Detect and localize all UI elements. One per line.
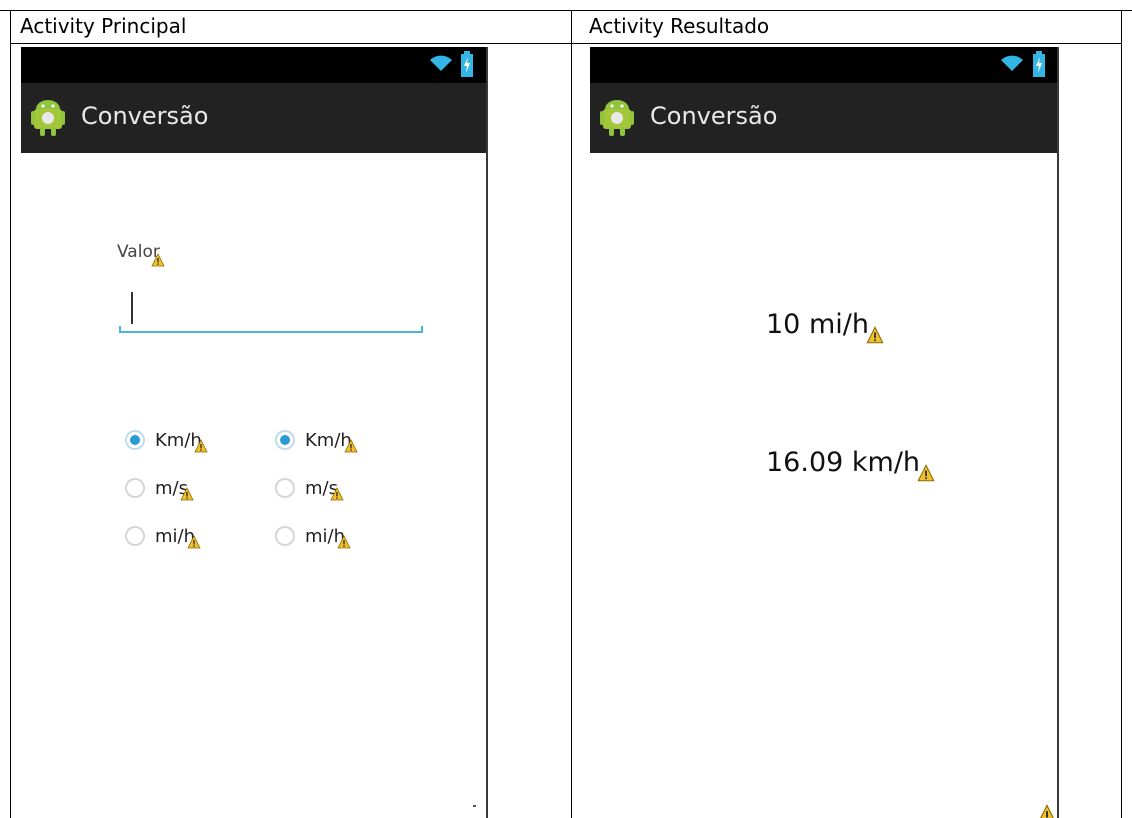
table-border-right: [1121, 10, 1122, 818]
radio-button[interactable]: [125, 526, 145, 546]
converted-value-text: 16.09 km/h: [766, 447, 935, 482]
radio-to-kmh[interactable]: Km/h: [275, 425, 358, 455]
action-bar: Conversão: [21, 83, 486, 153]
valor-label: Valor: [117, 242, 165, 267]
screen-edge: [486, 47, 488, 818]
warning-icon: [1040, 804, 1054, 818]
radio-to-ms[interactable]: m/s: [275, 473, 344, 503]
radio-button[interactable]: [275, 478, 295, 498]
warning-icon: [866, 326, 884, 344]
radio-to-mih[interactable]: mi/h: [275, 521, 351, 551]
screen-edge: [1057, 47, 1059, 818]
table-border-top: [0, 10, 1132, 11]
android-icon: [600, 100, 634, 136]
phone-screen-resultado: Conversão 10 mi/h 16.09 km/h: [590, 47, 1059, 818]
input-underline: [119, 331, 423, 333]
warning-icon: [337, 535, 351, 549]
warning-icon: [194, 439, 208, 453]
warning-icon: [330, 487, 344, 501]
app-title: Conversão: [650, 102, 778, 130]
stray-pixel: [473, 805, 476, 807]
header-activity-principal: Activity Principal: [20, 14, 187, 38]
text-caret: [131, 292, 133, 324]
table-border-middle: [571, 10, 572, 818]
warning-icon: [180, 487, 194, 501]
warning-icon: [151, 253, 165, 267]
phone-screen-principal: Conversão Valor Km/h m/s mi/h Km/h m/s m…: [21, 47, 488, 818]
valor-input[interactable]: [119, 285, 423, 333]
warning-icon: [187, 535, 201, 549]
status-bar: [590, 47, 1057, 83]
radio-button[interactable]: [275, 430, 295, 450]
input-tick-left: [119, 326, 121, 333]
radio-button[interactable]: [125, 430, 145, 450]
source-value-text: 10 mi/h: [766, 309, 884, 344]
warning-icon: [917, 464, 935, 482]
warning-icon: [344, 439, 358, 453]
input-tick-right: [421, 326, 423, 333]
radio-button[interactable]: [275, 526, 295, 546]
converted-value: 16.09 km/h: [766, 447, 921, 478]
battery-icon: [1033, 51, 1045, 77]
radio-from-mih[interactable]: mi/h: [125, 521, 201, 551]
status-bar: [21, 47, 486, 83]
app-title: Conversão: [81, 102, 209, 130]
table-border-left: [10, 10, 11, 818]
radio-from-ms[interactable]: m/s: [125, 473, 194, 503]
header-activity-resultado: Activity Resultado: [589, 14, 770, 38]
wifi-icon: [430, 55, 452, 71]
wifi-icon: [1001, 55, 1023, 71]
android-icon: [31, 100, 65, 136]
source-value: 10 mi/h: [766, 309, 869, 340]
radio-button[interactable]: [125, 478, 145, 498]
action-bar: Conversão: [590, 83, 1057, 153]
table-header-divider: [10, 43, 1122, 44]
radio-from-kmh[interactable]: Km/h: [125, 425, 208, 455]
battery-icon: [461, 51, 473, 77]
